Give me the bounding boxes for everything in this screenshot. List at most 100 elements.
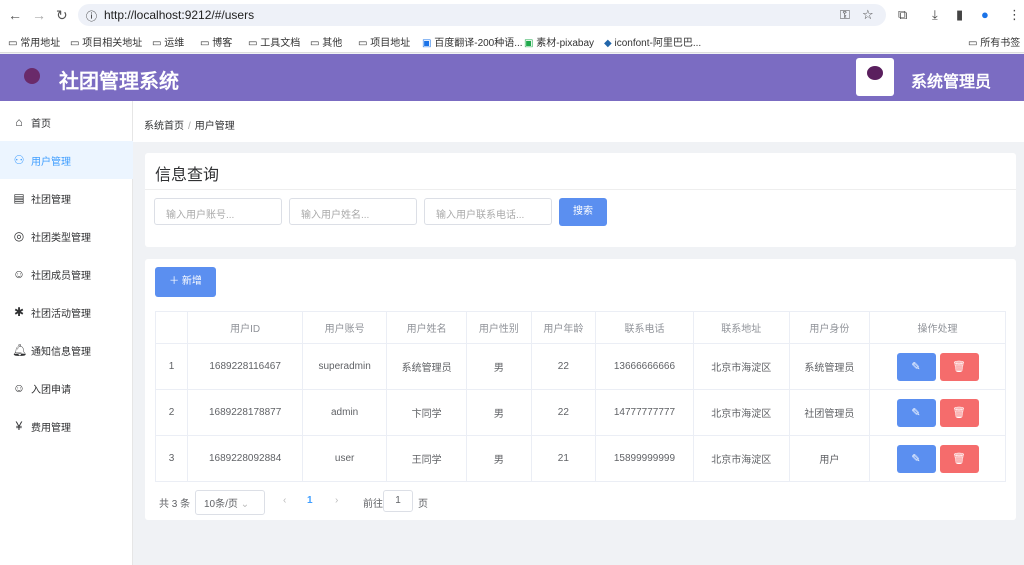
type-icon: ◎	[13, 229, 25, 243]
table-cell: superadmin	[302, 343, 387, 390]
table-cell: 2	[155, 389, 188, 436]
sidebar: ⌂ 首页 ⚇ 用户管理 ▤ 社团管理 ◎ 社团类型管理 ☺ 社团成员管理 ✱ 社团活动管理 …	[0, 101, 133, 565]
phone-input[interactable]: 输入用户联系电话...	[424, 198, 552, 225]
next-page-icon[interactable]: ›	[335, 495, 338, 506]
table-cell: 社团管理员	[788, 389, 871, 436]
key-icon[interactable]: ⚿	[840, 7, 850, 23]
breadcrumb: 系统首页 / 用户管理	[133, 101, 1024, 142]
trash-icon: 🗑︎	[952, 406, 966, 419]
avatar[interactable]	[856, 58, 894, 96]
table-cell: user	[302, 435, 387, 482]
table-cell: 1689228116467	[186, 343, 304, 390]
info-icon: ⓘ	[86, 11, 97, 23]
user-name[interactable]: 系统管理员	[911, 68, 991, 92]
member-icon: ☺	[12, 267, 26, 281]
menu-icon[interactable]: ⋮	[1008, 7, 1021, 23]
bookmark[interactable]: ▭ 运维	[152, 34, 184, 49]
bookmark[interactable]: ▭ 项目地址	[358, 34, 410, 49]
address-bar[interactable]: ⓘ http://localhost:9212/#/users	[78, 4, 886, 26]
table-row: 2 1689228178877 admin 卞同学男 22 14777777777 北京市海…	[155, 389, 1006, 436]
table-cell: 21	[530, 435, 597, 482]
sidebar-item-apply[interactable]: ☺ 入团申请	[0, 369, 133, 407]
sidebar-item-club-types[interactable]: ◎ 社团类型管理	[0, 217, 133, 255]
table-cell: 王同学	[385, 435, 468, 482]
sidebar-item-members[interactable]: ☺ 社团成员管理	[0, 255, 133, 293]
bookmark[interactable]: ▭ 博客	[200, 34, 232, 49]
edit-button[interactable]: ✎	[896, 444, 936, 473]
all-bookmarks[interactable]: ▭ 所有书签	[968, 34, 1020, 49]
edit-button[interactable]: ✎	[896, 352, 936, 381]
bookmark[interactable]: ▭ 其他	[310, 34, 342, 49]
actions-cell: ✎ 🗑︎	[869, 343, 1006, 390]
table-cell: 北京市海淀区	[692, 435, 790, 482]
delete-button[interactable]: 🗑︎	[939, 352, 979, 381]
sidebar-item-notices[interactable]: 🔔︎ 通知信息管理	[0, 331, 133, 369]
add-button[interactable]: ＋ 新增	[155, 267, 216, 297]
browser-chrome: ← → ↻ ⓘ http://localhost:9212/#/users ⚿ ☆…	[0, 0, 1024, 53]
account-input[interactable]: 输入用户账号...	[154, 198, 282, 225]
app-title: 社团管理系统	[59, 71, 179, 93]
bookmark[interactable]: ▣ 百度翻译-200种语...	[422, 34, 523, 49]
goto-input[interactable]: 1	[383, 490, 413, 512]
edit-icon: ✎	[911, 452, 921, 465]
bookmark[interactable]: ▣ 素材-pixabay	[524, 34, 594, 49]
star-icon[interactable]: ☆	[862, 7, 874, 23]
table-cell: 男	[466, 343, 532, 390]
table-cell: 13666666666	[595, 343, 694, 390]
bookmark[interactable]: ▭ 工具文档	[248, 34, 300, 49]
page-size-select[interactable]: 10条/页 ⌄	[195, 490, 265, 515]
edit-icon: ✎	[911, 360, 921, 373]
search-button[interactable]: 搜索	[559, 198, 607, 226]
delete-button[interactable]: 🗑︎	[939, 398, 979, 427]
table-cell: 15899999999	[595, 435, 694, 482]
sidebar-item-clubs[interactable]: ▤ 社团管理	[0, 179, 133, 217]
breadcrumb-home[interactable]: 系统首页	[144, 121, 184, 132]
plus-icon: ＋	[169, 276, 182, 287]
bookmark[interactable]: ▭ 常用地址	[8, 34, 60, 49]
extensions-icon[interactable]: ⧉	[898, 7, 907, 23]
sidebar-item-users[interactable]: ⚇ 用户管理	[0, 141, 133, 179]
breadcrumb-current: 用户管理	[194, 121, 235, 132]
users-icon: ⚇	[13, 153, 25, 167]
prev-page-icon[interactable]: ‹	[283, 495, 286, 506]
page-1[interactable]: 1	[307, 495, 313, 506]
sidepanel-icon[interactable]: ▮	[956, 7, 963, 23]
actions-cell: ✎ 🗑︎	[869, 435, 1006, 482]
url-text: http://localhost:9212/#/users	[104, 8, 255, 22]
reload-icon[interactable]: ↻	[56, 7, 68, 24]
table-cell: 北京市海淀区	[692, 343, 790, 390]
table-cell: 男	[466, 435, 532, 482]
apply-icon: ☺	[12, 381, 26, 395]
sidebar-item-fees[interactable]: ¥ 费用管理	[0, 407, 133, 445]
table-cell: 系统管理员	[385, 343, 468, 390]
table-cell: 22	[530, 389, 597, 436]
back-icon[interactable]: ←	[8, 7, 22, 23]
search-title: 信息查询	[145, 153, 1016, 190]
search-card: 信息查询 输入用户账号... 输入用户姓名... 输入用户联系电话... 搜索	[145, 153, 1016, 247]
sidebar-item-home[interactable]: ⌂ 首页	[0, 103, 133, 141]
club-icon: ▤	[13, 191, 25, 205]
edit-button[interactable]: ✎	[896, 398, 936, 427]
sidebar-item-activities[interactable]: ✱ 社团活动管理	[0, 293, 133, 331]
trash-icon: 🗑︎	[952, 360, 966, 373]
table-cell: 1689228092884	[186, 435, 304, 482]
bookmark[interactable]: ▭ 项目相关地址	[70, 34, 142, 49]
name-input[interactable]: 输入用户姓名...	[289, 198, 417, 225]
delete-button[interactable]: 🗑︎	[939, 444, 979, 473]
edit-icon: ✎	[911, 406, 921, 419]
table-cell: 3	[155, 435, 188, 482]
table-cell: admin	[302, 389, 387, 436]
download-icon[interactable]: ⤓	[932, 7, 938, 23]
profile-icon[interactable]: ●	[981, 7, 989, 22]
actions-cell: ✎ 🗑︎	[869, 389, 1006, 436]
yen-icon: ¥	[15, 419, 23, 433]
logo	[24, 68, 40, 84]
table-cell: 1689228178877	[186, 389, 304, 436]
table-row: 3 1689228092884 user 王同学男 21 15899999999 北京市海淀…	[155, 435, 1006, 482]
table-cell: 卞同学	[385, 389, 468, 436]
bookmark[interactable]: ◆ iconfont-阿里巴巴...	[604, 34, 701, 49]
forward-icon[interactable]: →	[32, 7, 46, 23]
trash-icon: 🗑︎	[952, 452, 966, 465]
table-cell: 男	[466, 389, 532, 436]
page-suffix: 页	[418, 499, 428, 510]
